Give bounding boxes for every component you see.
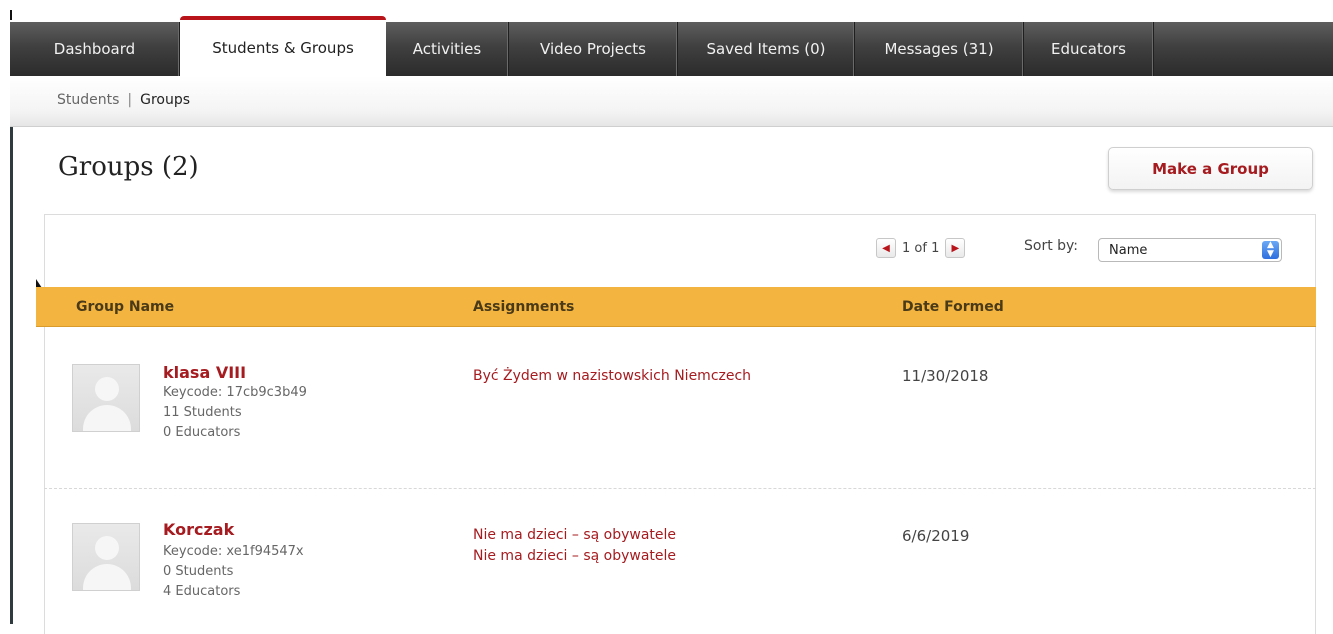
table-header: Group Name Assignments Date Formed [36,287,1316,327]
page-indicator: 1 of 1 [902,240,940,256]
column-header-date-formed[interactable]: Date Formed [902,299,1004,315]
tab-educators[interactable]: Educators [1024,22,1154,76]
page-title: Groups (2) [58,152,199,182]
next-page-button[interactable]: ▶ [945,238,966,258]
column-header-group-name[interactable]: Group Name [76,299,174,315]
tab-video-projects[interactable]: Video Projects [509,22,678,76]
tab-saved-items[interactable]: Saved Items (0) [678,22,855,76]
subnav-separator: | [127,92,133,108]
avatar-body-icon [83,564,131,590]
assignment-link[interactable]: Nie ma dzieci – są obywatele [473,525,676,546]
table-row: klasa VIII Keycode: 17cb9c3b49 11 Studen… [44,328,1316,489]
group-keycode: Keycode: 17cb9c3b49 [163,385,307,400]
assignments-list: Nie ma dzieci – są obywatele Nie ma dzie… [473,525,676,567]
sort-select[interactable]: Name ▲ ▼ [1098,238,1282,262]
make-group-button[interactable]: Make a Group [1108,147,1313,190]
tab-messages[interactable]: Messages (31) [855,22,1024,76]
group-student-count: 11 Students [163,405,242,420]
group-student-count: 0 Students [163,564,234,579]
subnav-students-link[interactable]: Students [57,92,119,108]
assignment-link[interactable]: Być Żydem w nazistowskich Niemczech [473,366,751,387]
sort-label: Sort by: [1024,238,1079,254]
avatar-head-icon [95,377,119,401]
avatar-body-icon [83,405,131,431]
group-avatar [72,523,140,591]
group-meta: Keycode: xe1f94547x 0 Students 4 Educato… [163,542,304,602]
date-formed: 11/30/2018 [902,367,989,385]
assignment-link[interactable]: Nie ma dzieci – są obywatele [473,546,676,567]
subnav-items: Students | Groups [57,92,190,108]
updown-chevron-icon: ▲ ▼ [1262,241,1279,259]
group-educator-count: 4 Educators [163,584,241,599]
group-name-link[interactable]: klasa VIII [163,363,246,382]
prev-page-button[interactable]: ◀ [876,238,896,258]
group-avatar [72,364,140,432]
page-left-border [10,78,13,624]
page-edge-mark [10,10,12,20]
triangle-left-icon: ◀ [882,242,890,254]
date-formed: 6/6/2019 [902,527,970,545]
avatar-head-icon [95,536,119,560]
sub-navigation: Students | Groups [10,76,1333,127]
tab-activities[interactable]: Activities [386,22,509,76]
group-meta: Keycode: 17cb9c3b49 11 Students 0 Educat… [163,383,307,443]
table-row: Korczak Keycode: xe1f94547x 0 Students 4… [44,489,1316,629]
assignments-list: Być Żydem w nazistowskich Niemczech [473,366,751,387]
tab-dashboard[interactable]: Dashboard [10,22,180,76]
triangle-right-icon: ▶ [951,242,960,254]
group-name-link[interactable]: Korczak [163,520,234,539]
group-keycode: Keycode: xe1f94547x [163,544,304,559]
sort-selected-value: Name [1109,242,1148,258]
pagination: ◀ 1 of 1 ▶ [876,238,966,258]
group-educator-count: 0 Educators [163,425,241,440]
top-navigation-bar: Dashboard Students & Groups Activities V… [10,16,1333,76]
tab-students-groups[interactable]: Students & Groups [180,16,386,76]
column-header-assignments[interactable]: Assignments [473,299,574,315]
subnav-groups-link[interactable]: Groups [140,92,190,108]
